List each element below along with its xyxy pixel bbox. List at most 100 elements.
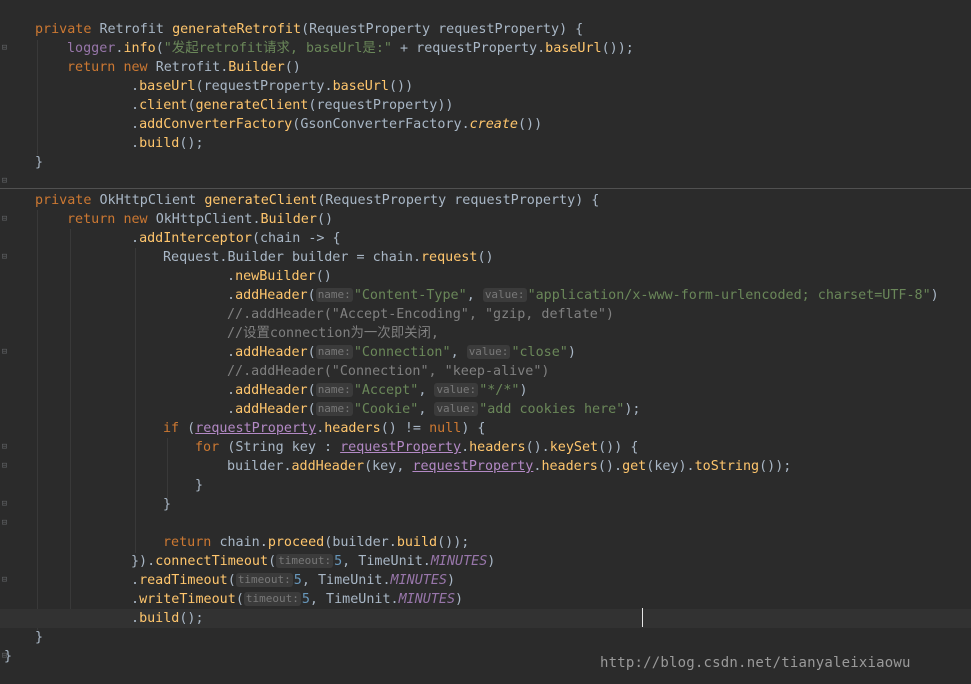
parameter-hint: value: (482, 288, 527, 302)
method-name: baseUrl (332, 79, 389, 94)
method-name: create (469, 117, 518, 132)
param-name: requestProperty (454, 193, 576, 208)
code-line-19: //.addHeader("Connection", "keep-alive") (0, 362, 971, 381)
type-name: TimeUnit (326, 592, 391, 607)
code-line-31: .writeTimeout(timeout: 5, TimeUnit.MINUTE… (131, 592, 464, 607)
type-name: Retrofit (99, 22, 165, 37)
method-name: Builder (260, 212, 317, 227)
number-literal: 5 (301, 592, 310, 607)
keyword: return (67, 60, 116, 75)
string-literal: "application/x-www-form-urlencoded; char… (527, 288, 931, 303)
method-name: keySet (549, 440, 599, 455)
parameter-hint: timeout: (243, 592, 301, 606)
comment: //设置connection为一次即关闭, (227, 326, 439, 341)
local-variable: key (654, 459, 679, 474)
string-literal: "Connection" (353, 345, 451, 360)
string-literal: "Cookie" (353, 402, 419, 417)
method-name: addConverterFactory (139, 117, 293, 132)
method-separator (0, 188, 971, 189)
method-name: request (421, 250, 478, 265)
code-line-4: .baseUrl(requestProperty.baseUrl()) (131, 79, 414, 94)
string-literal: "Content-Type" (353, 288, 467, 303)
method-name: build (139, 136, 180, 151)
code-line-12: ⊟ .addInterceptor(chain -> { (0, 229, 971, 262)
parameter-hint: name: (315, 383, 353, 397)
method-name: baseUrl (545, 41, 602, 56)
method-name: proceed (267, 535, 325, 550)
param-name: requestProperty (316, 98, 438, 113)
parameter-hint: value: (466, 345, 511, 359)
code-line-23: ⊟ for (String key : requestProperty.head… (0, 438, 971, 471)
local-variable: key (372, 459, 397, 474)
param-name: chain (372, 250, 413, 265)
captured-param: requestProperty (195, 421, 317, 436)
code-line-7: .build(); (131, 136, 204, 151)
method-name: baseUrl (139, 79, 196, 94)
method-name: build (396, 535, 438, 550)
keyword: return (163, 535, 212, 550)
code-line-11: return new OkHttpClient.Builder() (67, 212, 334, 227)
parameter-hint: value: (434, 383, 479, 397)
method-name: toString (694, 459, 760, 474)
type-name: RequestProperty (325, 193, 447, 208)
method-name: generateClient (195, 98, 309, 113)
method-name: headers (541, 459, 598, 474)
string-literal: "Accept" (353, 383, 419, 398)
method-name: addHeader (235, 402, 308, 417)
param-name: requestProperty (438, 22, 560, 37)
operator: + (400, 41, 409, 56)
code-line-10: ⊟ private OkHttpClient generateClient(Re… (0, 191, 971, 224)
code-line-18: .addHeader(name: "Connection", value: "clo… (227, 345, 576, 360)
text-caret (642, 608, 643, 627)
parameter-hint: name: (315, 345, 353, 359)
keyword: for (195, 440, 220, 455)
code-line-17: ⊟ //设置connection为一次即关闭, (0, 324, 971, 357)
comment: //.addHeader("Accept-Encoding", "gzip, d… (227, 307, 614, 322)
code-line-30: .readTimeout(timeout: 5, TimeUnit.MINUTES… (131, 573, 456, 588)
code-editor[interactable]: ⊟ private Retrofit generateRetrofit(Requ… (0, 0, 971, 684)
parameter-hint: name: (315, 288, 353, 302)
code-line-21: .addHeader(name: "Cookie", value: "add coo… (227, 402, 641, 417)
code-line-14: .newBuilder() (227, 269, 332, 284)
local-variable: builder (332, 535, 389, 550)
code-line-2: logger.info("发起retrofit请求, baseUrl是:" + … (67, 41, 634, 56)
string-literal: "发起retrofit请求, baseUrl是:" (163, 41, 392, 56)
operator: -> (308, 231, 325, 246)
code-line-24: builder.addHeader(key, requestProperty.h… (227, 459, 792, 474)
code-line-33: ⊟ } (0, 628, 971, 661)
code-line-28: return chain.proceed(builder.build()); (163, 535, 470, 550)
code-line-15: .addHeader(name: "Content-Type", value: "a… (227, 288, 939, 303)
keyword: if (163, 421, 180, 436)
method-name: addInterceptor (139, 231, 252, 246)
type-name: OkHttpClient (99, 193, 197, 208)
code-line-25: ⊟ } (0, 476, 971, 509)
parameter-hint: name: (315, 402, 353, 416)
method-name: connectTimeout (155, 554, 269, 569)
type-name: Request.Builder (163, 250, 284, 265)
code-line-5: .client(generateClient(requestProperty)) (131, 98, 454, 113)
method-name: generateRetrofit (172, 22, 302, 37)
method-name: newBuilder (235, 269, 316, 284)
code-line-29: ⊟ }).connectTimeout(timeout: 5, TimeUnit.… (0, 552, 971, 585)
fold-icon[interactable]: ⊟ (0, 514, 9, 533)
local-variable: builder (292, 250, 349, 265)
keyword: new (123, 212, 148, 227)
enum-constant: MINUTES (390, 573, 447, 588)
code-line-3: return new Retrofit.Builder() (67, 60, 301, 75)
number-literal: 5 (293, 573, 302, 588)
code-line-6: .addConverterFactory(GsonConverterFactor… (131, 117, 543, 132)
fold-icon[interactable]: ⊟ (0, 172, 9, 191)
type-name: RequestProperty (309, 22, 431, 37)
parameter-hint: value: (434, 402, 479, 416)
string-literal: "close" (511, 345, 568, 360)
method-name: addHeader (235, 288, 308, 303)
enum-constant: MINUTES (430, 554, 488, 569)
method-name: addHeader (235, 383, 308, 398)
keyword: private (35, 22, 92, 37)
code-line-20: .addHeader(name: "Accept", value: "*/*") (227, 383, 528, 398)
method-name: Builder (228, 60, 285, 75)
code-line-13: Request.Builder builder = chain.request(… (163, 250, 494, 265)
code-line-1: ⊟ private Retrofit generateRetrofit(Requ… (0, 20, 971, 53)
parameter-hint: timeout: (235, 573, 293, 587)
method-name: client (139, 98, 188, 113)
